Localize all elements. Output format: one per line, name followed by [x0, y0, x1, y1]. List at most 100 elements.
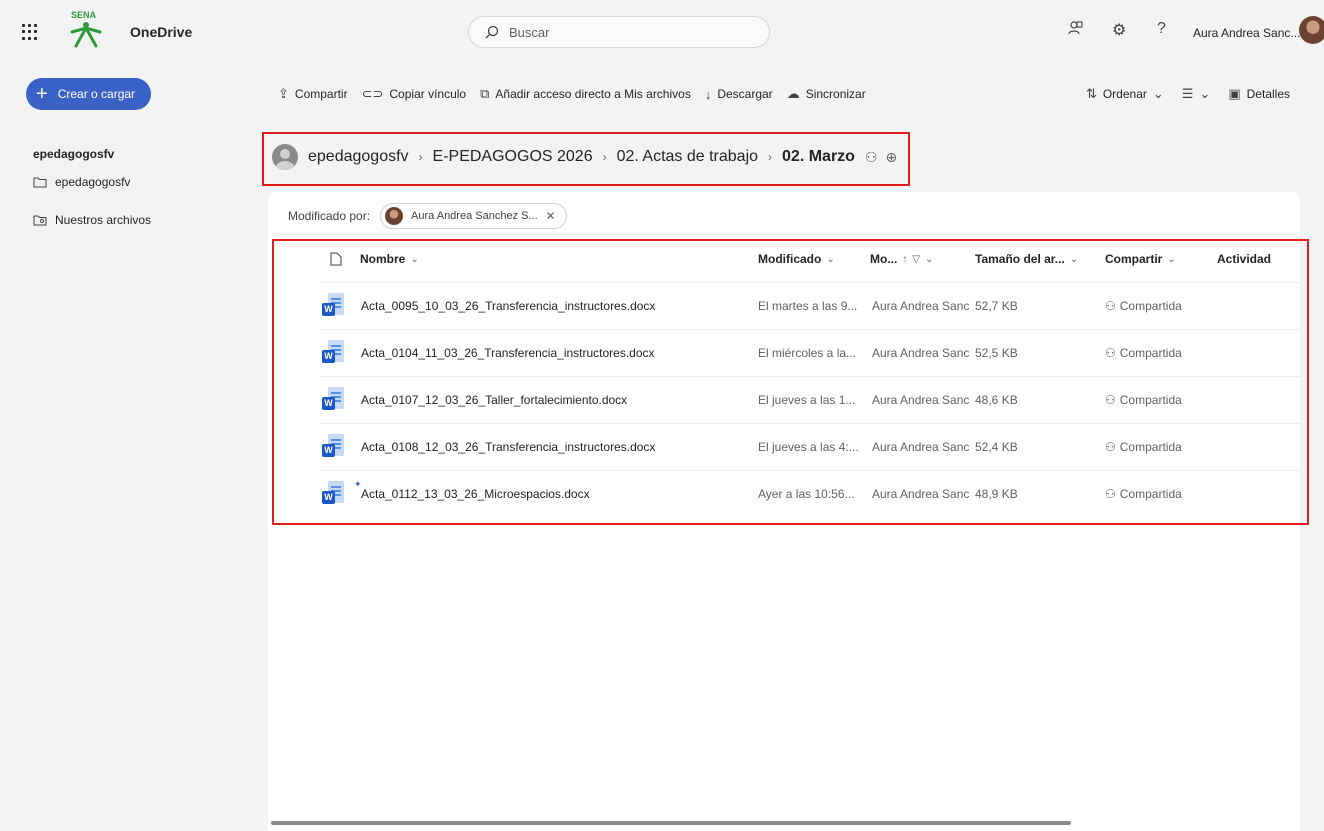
column-header-activity[interactable]: Actividad [1217, 252, 1271, 266]
people-connect-icon[interactable] [1068, 20, 1084, 43]
table-row[interactable]: W Acta_0104_11_03_26_Transferencia_instru… [320, 329, 1300, 376]
nav-item-label: epedagogosfv [55, 175, 131, 189]
add-shortcut-label: Añadir acceso directo a Mis archivos [495, 87, 691, 101]
column-header-name[interactable]: Nombre ⌄ [360, 252, 419, 266]
shared-people-icon: ⚇ [1105, 393, 1116, 407]
avatar [385, 207, 404, 225]
modified-by-cell[interactable]: Aura Andrea Sanc [872, 299, 972, 313]
file-name-link[interactable]: Acta_0107_12_03_26_Taller_fortalecimient… [361, 393, 741, 407]
modified-cell: El jueves a las 4:... [758, 440, 859, 454]
sharing-label: Compartida [1119, 346, 1182, 360]
modified-cell: El miércoles a la... [758, 346, 857, 360]
folder-icon [33, 177, 47, 188]
file-name-link[interactable]: Acta_0108_12_03_26_Transferencia_instruc… [361, 440, 741, 454]
column-header-label: Tamaño del ar... [975, 252, 1065, 266]
column-header-label: Actividad [1217, 252, 1272, 266]
sharing-cell[interactable]: ⚇ Compartida [1105, 487, 1182, 501]
sharing-cell[interactable]: ⚇ Compartida [1105, 393, 1182, 407]
shared-people-icon: ⚇ [1105, 487, 1116, 501]
size-cell: 48,6 KB [975, 393, 1018, 407]
word-file-icon: W [322, 434, 344, 460]
app-launcher-icon[interactable] [22, 24, 38, 40]
column-header-modified-by[interactable]: Mo... ↑ ▽ ⌄ [870, 252, 933, 266]
horizontal-scrollbar[interactable] [271, 821, 1071, 825]
top-bar: SENA OneDrive Buscar ⚙ ? Aura Andrea San… [0, 0, 1324, 68]
file-name-link[interactable]: Acta_0104_11_03_26_Transferencia_instruc… [361, 346, 741, 360]
table-row[interactable]: W ✦ Acta_0112_13_03_26_Microespacios.docx A… [320, 470, 1300, 517]
sync-button[interactable]: ☁ Sincronizar [787, 86, 866, 102]
file-name-link[interactable]: Acta_0112_13_03_26_Microespacios.docx [361, 487, 741, 501]
chevron-right-icon: › [418, 150, 423, 164]
details-button[interactable]: ▣ Detalles [1228, 86, 1290, 102]
filter-icon: ▽ [912, 253, 921, 265]
column-header-sharing[interactable]: Compartir ⌄ [1105, 252, 1176, 266]
modified-by-cell[interactable]: Aura Andrea Sanc [872, 487, 972, 501]
breadcrumb-avatar [272, 144, 298, 170]
search-icon [485, 25, 499, 39]
chevron-right-icon: › [602, 150, 607, 164]
modified-by-cell[interactable]: Aura Andrea Sanc [872, 393, 972, 407]
modified-by-cell[interactable]: Aura Andrea Sanc [872, 346, 972, 360]
column-header-label: Mo... [870, 252, 898, 266]
filter-chip-modified-by[interactable]: Aura Andrea Sanchez S... ✕ [380, 203, 567, 229]
breadcrumb-item-folder[interactable]: 02. Actas de trabajo [617, 148, 758, 166]
sharing-cell[interactable]: ⚇ Compartida [1105, 346, 1182, 360]
size-cell: 52,5 KB [975, 346, 1018, 360]
breadcrumb-item-folder[interactable]: E-PEDAGOGOS 2026 [433, 148, 593, 166]
copy-link-button[interactable]: ⊂⊃ Copiar vínculo [362, 86, 467, 102]
search-input[interactable]: Buscar [509, 25, 549, 40]
modified-by-cell[interactable]: Aura Andrea Sanc [872, 440, 972, 454]
modified-cell: Ayer a las 10:56... [758, 487, 855, 501]
sharing-cell[interactable]: ⚇ Compartida [1105, 299, 1182, 313]
modified-cell: El martes a las 9... [758, 299, 858, 313]
logo-text: SENA [71, 10, 97, 20]
share-button[interactable]: ⇪ Compartir [278, 86, 348, 102]
sharing-label: Compartida [1119, 299, 1182, 313]
chevron-down-icon: ⌄ [1167, 253, 1176, 265]
chevron-down-icon: ⌄ [925, 253, 934, 265]
table-header: Nombre ⌄ Modificado ⌄ Mo... ↑ ▽ ⌄ Tamaño del … [272, 239, 1309, 281]
column-header-label: Compartir [1105, 252, 1163, 266]
sort-label: Ordenar [1102, 87, 1147, 101]
file-type-icon[interactable] [330, 252, 342, 266]
nav-item-shared-files[interactable]: Nuestros archivos [33, 213, 151, 227]
sena-logo: SENA [70, 10, 102, 48]
shared-people-icon[interactable]: ⚇ [865, 149, 878, 166]
command-bar: ⇪ Compartir ⊂⊃ Copiar vínculo ⧉ Añadir acce… [278, 86, 866, 102]
column-header-label: Nombre [360, 252, 406, 266]
details-label: Detalles [1246, 87, 1290, 101]
file-name-link[interactable]: Acta_0095_10_03_26_Transferencia_instruc… [361, 299, 741, 313]
user-name[interactable]: Aura Andrea Sanc... [1193, 26, 1300, 40]
sort-button[interactable]: ⇅ Ordenar ⌄ [1086, 86, 1164, 102]
chevron-right-icon: › [768, 150, 773, 164]
avatar[interactable] [1299, 16, 1324, 44]
help-icon[interactable]: ? [1157, 20, 1166, 38]
sharing-cell[interactable]: ⚇ Compartida [1105, 440, 1182, 454]
nav-item-epedagogosfv[interactable]: epedagogosfv [33, 175, 130, 189]
shortcut-icon: ⧉ [480, 86, 490, 101]
create-upload-label: Crear o cargar [57, 87, 136, 101]
share-label: Compartir [294, 87, 348, 101]
list-view-icon: ☰ [1181, 86, 1194, 101]
close-icon[interactable]: ✕ [546, 209, 556, 223]
sort-ascending-icon: ↑ [902, 253, 908, 265]
search-box[interactable]: Buscar [468, 16, 770, 48]
sharing-label: Compartida [1119, 487, 1182, 501]
word-file-icon: W [322, 293, 344, 319]
create-upload-button[interactable]: + Crear o cargar [26, 78, 151, 110]
breadcrumb-item-current[interactable]: 02. Marzo [782, 148, 855, 166]
table-row[interactable]: W Acta_0108_12_03_26_Transferencia_instru… [320, 423, 1300, 470]
globe-icon[interactable]: ⊕ [886, 149, 898, 166]
table-row[interactable]: W Acta_0095_10_03_26_Transferencia_instru… [320, 282, 1300, 329]
column-header-modified[interactable]: Modificado ⌄ [758, 252, 835, 266]
column-header-size[interactable]: Tamaño del ar... ⌄ [975, 252, 1078, 266]
chevron-down-icon: ⌄ [1069, 253, 1079, 265]
download-button[interactable]: ↓ Descargar [705, 87, 773, 102]
table-row[interactable]: W Acta_0107_12_03_26_Taller_fortalecimien… [320, 376, 1300, 423]
chevron-down-icon: ⌄ [1152, 86, 1164, 101]
breadcrumb-item-root[interactable]: epedagogosfv [308, 148, 409, 166]
gear-icon[interactable]: ⚙ [1112, 20, 1126, 40]
add-shortcut-button[interactable]: ⧉ Añadir acceso directo a Mis archivos [480, 86, 691, 102]
app-name[interactable]: OneDrive [130, 24, 192, 40]
view-options-button[interactable]: ☰ ⌄ [1182, 86, 1211, 102]
